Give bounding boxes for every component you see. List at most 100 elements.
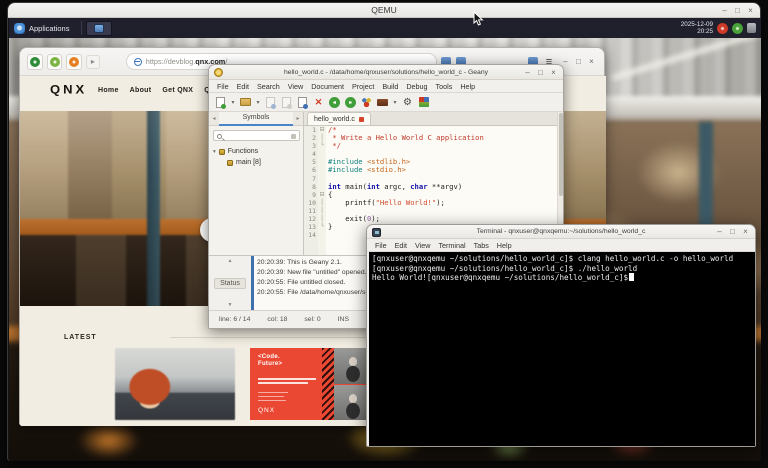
code-line: 8int main(int argc, char **argv) bbox=[304, 183, 563, 191]
tree-item-main[interactable]: main [8] bbox=[213, 157, 261, 168]
line-number: 7 bbox=[304, 175, 318, 183]
menu-item[interactable]: File bbox=[217, 82, 229, 91]
terminal-titlebar[interactable]: Terminal - qnxuser@qnxqemu:~/solutions/h… bbox=[367, 225, 755, 239]
qemu-titlebar[interactable]: QEMU – □ × bbox=[8, 3, 760, 18]
modified-indicator-icon bbox=[359, 117, 364, 122]
statusbar-field: sel: 0 bbox=[304, 316, 320, 323]
menu-item[interactable]: View bbox=[415, 241, 430, 250]
search-icon bbox=[217, 134, 222, 139]
scroll-up-icon[interactable]: ▲ bbox=[228, 258, 233, 264]
compile-button[interactable] bbox=[360, 96, 373, 109]
reload-icon bbox=[69, 57, 79, 67]
latest-card-photo[interactable] bbox=[115, 348, 235, 420]
taskbar-window-button[interactable] bbox=[86, 21, 112, 36]
card-text-line bbox=[258, 382, 308, 384]
maximize-icon[interactable]: □ bbox=[732, 5, 743, 16]
menu-item[interactable]: Help bbox=[497, 241, 512, 250]
maximize-icon[interactable]: □ bbox=[573, 56, 584, 67]
menu-item[interactable]: Document bbox=[311, 82, 344, 91]
back-arrow-icon: ◂ bbox=[329, 97, 340, 108]
menu-item[interactable]: View bbox=[288, 82, 303, 91]
browser-window-controls: – □ × bbox=[560, 56, 597, 67]
close-icon[interactable]: × bbox=[586, 56, 597, 67]
clear-search-icon[interactable] bbox=[291, 134, 296, 139]
applications-label: Applications bbox=[29, 24, 69, 33]
nav-link[interactable]: About bbox=[130, 87, 152, 94]
card-stripes bbox=[322, 348, 334, 420]
nav-link[interactable]: Home bbox=[98, 87, 119, 94]
browser-reload-button[interactable] bbox=[66, 54, 82, 70]
execute-button[interactable]: ⚙ bbox=[401, 96, 414, 109]
close-icon[interactable]: × bbox=[740, 226, 751, 237]
terminal-screen[interactable]: [qnxuser@qnxqemu ~/solutions/hello_world… bbox=[369, 252, 755, 446]
minimize-icon[interactable]: – bbox=[522, 67, 533, 78]
tree-item-functions[interactable]: ▾ Functions bbox=[213, 146, 261, 157]
site-security-icon bbox=[134, 58, 142, 66]
browser-back-button[interactable] bbox=[27, 54, 43, 70]
forward-arrow-icon: ▸ bbox=[345, 97, 356, 108]
menu-item[interactable]: Help bbox=[460, 82, 475, 91]
save-button[interactable] bbox=[264, 96, 277, 109]
close-icon[interactable]: × bbox=[548, 67, 559, 78]
browser-forward-button[interactable] bbox=[47, 54, 63, 70]
scroll-down-icon[interactable]: ▼ bbox=[228, 302, 233, 308]
terminal-window-controls: – □ × bbox=[714, 225, 751, 238]
build-button[interactable] bbox=[376, 96, 389, 109]
tray-notification-icon[interactable] bbox=[717, 23, 728, 34]
menu-item[interactable]: Build bbox=[382, 82, 398, 91]
chevron-down-icon[interactable]: ▾ bbox=[255, 99, 261, 106]
geany-titlebar[interactable]: hello_world.c - /data/home/qnxuser/solut… bbox=[209, 65, 563, 80]
symbol-search-input[interactable] bbox=[213, 130, 300, 141]
qnx-logo[interactable]: QNX bbox=[50, 83, 87, 97]
close-icon[interactable]: × bbox=[745, 5, 756, 16]
color-chooser-button[interactable] bbox=[417, 96, 430, 109]
menu-item[interactable]: Debug bbox=[406, 82, 427, 91]
new-file-button[interactable] bbox=[214, 96, 227, 109]
maximize-icon[interactable]: □ bbox=[535, 67, 546, 78]
latest-card-feature[interactable]: <Code. Future> QNX bbox=[250, 348, 372, 420]
menu-item[interactable]: Edit bbox=[237, 82, 249, 91]
geany-app-icon bbox=[214, 68, 223, 77]
line-number: 11 bbox=[304, 207, 318, 215]
chevron-down-icon[interactable]: ▾ bbox=[392, 99, 398, 106]
card-text-line bbox=[258, 400, 286, 401]
compile-icon bbox=[361, 97, 372, 108]
tab-hello-world-c[interactable]: hello_world.c bbox=[307, 112, 371, 125]
tree-label: main [8] bbox=[236, 159, 261, 166]
panel-clock[interactable]: 2025-12-09 20:25 bbox=[681, 21, 713, 35]
applications-menu[interactable]: Applications bbox=[9, 18, 77, 38]
navigate-forward-button[interactable]: ▸ bbox=[344, 96, 357, 109]
code-line: 6#include <stdio.h> bbox=[304, 166, 563, 174]
code-text bbox=[326, 231, 328, 239]
tray-power-icon[interactable] bbox=[747, 23, 756, 33]
menu-item[interactable]: Search bbox=[257, 82, 280, 91]
tab-scroll-right-icon[interactable]: ▸ bbox=[293, 115, 303, 122]
forward-icon bbox=[50, 57, 60, 67]
menu-item[interactable]: Edit bbox=[395, 241, 407, 250]
open-file-button[interactable] bbox=[239, 96, 252, 109]
tab-status[interactable]: Status bbox=[214, 278, 246, 289]
card-text-line bbox=[258, 396, 284, 397]
menu-item[interactable]: File bbox=[375, 241, 387, 250]
tab-scroll-left-icon[interactable]: ◂ bbox=[209, 115, 219, 122]
tab-symbols[interactable]: Symbols bbox=[219, 112, 293, 126]
save-all-button[interactable] bbox=[280, 96, 293, 109]
tray-status-icon[interactable] bbox=[732, 23, 743, 34]
scrollbar-thumb[interactable] bbox=[559, 113, 563, 196]
nav-link[interactable]: Get QNX bbox=[162, 87, 193, 94]
navigate-back-button[interactable]: ◂ bbox=[328, 96, 341, 109]
menu-item[interactable]: Terminal bbox=[438, 241, 465, 250]
menu-item[interactable]: Tools bbox=[436, 82, 453, 91]
maximize-icon[interactable]: □ bbox=[727, 226, 738, 237]
revert-button[interactable] bbox=[296, 96, 309, 109]
browser-go-button[interactable]: ▸ bbox=[86, 55, 100, 69]
minimize-icon[interactable]: – bbox=[714, 226, 725, 237]
menu-item[interactable]: Tabs bbox=[474, 241, 489, 250]
close-document-button[interactable]: ✕ bbox=[312, 96, 325, 109]
tree-caret-icon: ▾ bbox=[213, 149, 216, 155]
menu-item[interactable]: Project bbox=[352, 82, 374, 91]
sidebar-tabstrip: ◂ Symbols ▸ bbox=[209, 112, 303, 126]
chevron-down-icon[interactable]: ▾ bbox=[230, 99, 236, 106]
geany-window-controls: – □ × bbox=[522, 65, 559, 79]
minimize-icon[interactable]: – bbox=[719, 5, 730, 16]
